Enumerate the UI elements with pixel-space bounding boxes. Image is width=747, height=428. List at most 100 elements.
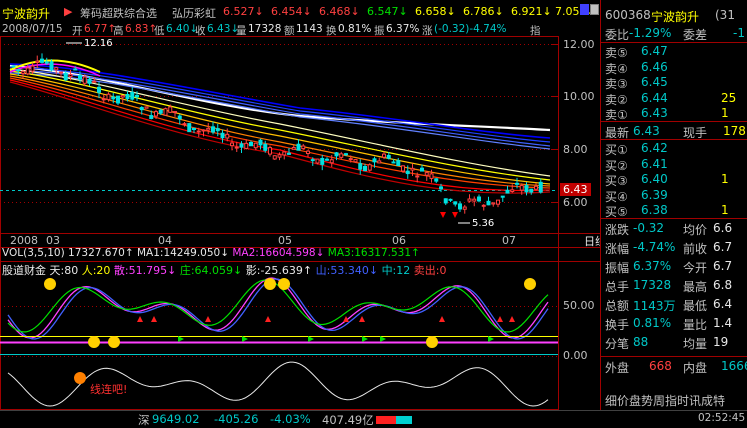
- stat-value: 1143万: [633, 299, 676, 313]
- panel-divider: [601, 121, 747, 122]
- wei-bi-value: -1.29%: [629, 26, 672, 40]
- candle-body: [244, 142, 249, 149]
- stock-name: 宁波韵升: [2, 7, 51, 21]
- smiley-signal-icon: [88, 336, 100, 348]
- stat-label: 涨幅: [605, 242, 630, 256]
- candle-body: [534, 185, 538, 190]
- candle-body: [462, 206, 467, 210]
- color-toggle-icon[interactable]: [580, 4, 589, 15]
- quote-panel: 600368 宁波韵升 (31 委比 -1.29% 委差 -1 卖⑤ 6.47 卖④…: [600, 0, 747, 427]
- ma-value-7: 6.921↓: [511, 5, 552, 18]
- price-tick-10: 10.00: [563, 90, 595, 103]
- index-pct: -4.03%: [270, 412, 311, 426]
- buy-row[interactable]: 买④ 6.39: [603, 187, 747, 204]
- stat-value: 17328: [633, 278, 672, 292]
- buy-label: 买②: [605, 158, 628, 173]
- candle-body: [306, 150, 310, 155]
- candle-body: [25, 67, 30, 75]
- amount-value: 1143: [296, 23, 323, 35]
- candle-body: [358, 163, 363, 170]
- window-button-icon[interactable]: [590, 4, 599, 15]
- candle-body: [206, 127, 211, 131]
- candle-body: [54, 67, 59, 71]
- osc-shan: 山:53.340↓: [315, 264, 379, 277]
- vol-ma2: MA2:16604.598↓: [232, 247, 325, 259]
- price-tick-8: 8.00: [563, 143, 588, 156]
- stat-value: 0.81%: [633, 316, 672, 330]
- candle-body: [68, 73, 73, 77]
- sell-label: 卖②: [605, 92, 628, 107]
- osc-tian: 天:80: [49, 264, 79, 277]
- buy-row[interactable]: 买⑤ 6.38 1: [603, 203, 747, 219]
- osc-name: 股道财金: [2, 264, 46, 277]
- smiley-signal-icon: [426, 336, 438, 348]
- buy-signal-icon: [440, 212, 446, 218]
- buy-price: 6.39: [641, 187, 668, 202]
- candle-body: [49, 61, 54, 71]
- osc-zhong: 中:12: [381, 264, 411, 277]
- stat-row: 总额 1143万 最低 6.4: [603, 297, 747, 313]
- buy-row[interactable]: 买② 6.41: [603, 157, 747, 173]
- sell-triangle-icon: [205, 316, 211, 322]
- sell-row[interactable]: 卖④ 6.46: [603, 60, 747, 76]
- candle-body: [301, 145, 306, 150]
- candle-body: [125, 93, 130, 100]
- volume-indicator-line: VOL(3,5,10) 17327.670↑ MA1:14249.050↓ MA…: [2, 247, 420, 259]
- quote-info-bar: 2008/07/15 开 6.77↑ 高 6.83↑ 低 6.40↓ 收 6.4…: [0, 22, 600, 37]
- candle-body: [415, 175, 420, 178]
- stat-label: 最低: [683, 299, 708, 313]
- high-annotation: 12.16: [84, 38, 113, 49]
- outer-value: 668: [649, 359, 672, 373]
- candle-body: [182, 123, 187, 126]
- candle-body: [453, 201, 458, 205]
- stat-label: 量比: [683, 318, 708, 332]
- stat-value: -0.32: [633, 221, 665, 235]
- candle-body: [500, 195, 505, 198]
- candle-body: [315, 158, 320, 164]
- stat-label: 前收: [683, 242, 708, 256]
- panel-bottom-tabs[interactable]: 细价盘势周指时讯成特: [605, 392, 725, 409]
- buy-row[interactable]: 买① 6.42: [603, 141, 747, 157]
- close-value: 6.43↓: [207, 23, 240, 35]
- stat-value: 6.7: [713, 240, 733, 254]
- stat-value: 6.4: [713, 297, 733, 311]
- clock: 02:52:45: [698, 412, 746, 424]
- candle-body: [429, 173, 434, 179]
- candle-body: [472, 198, 477, 202]
- panel-divider: [601, 139, 747, 140]
- stat-value: 6.37%: [633, 259, 672, 273]
- sell-row[interactable]: 卖② 6.44 25: [603, 91, 747, 107]
- date-tick-06: 06: [392, 234, 406, 247]
- indicator-arrow-icon[interactable]: ▶: [64, 5, 72, 18]
- stock-chart-area[interactable]: 12.16 5.36: [0, 36, 600, 410]
- candle-body: [253, 142, 258, 149]
- candle-body: [201, 129, 206, 132]
- inner-label: 内盘: [683, 361, 708, 375]
- stat-row: 涨跌 -0.32 均价 6.6: [603, 221, 747, 237]
- candle-body: [116, 95, 120, 104]
- volume-value: 17328: [248, 23, 282, 35]
- candle-body: [410, 167, 415, 171]
- sell-triangle-icon: [359, 316, 365, 322]
- candle-body: [329, 159, 334, 164]
- inner-value: 1666: [721, 359, 747, 373]
- candle-body: [529, 188, 534, 193]
- index-change: -405.26: [214, 412, 259, 426]
- buy-row[interactable]: 买③ 6.40 1: [603, 172, 747, 188]
- candle-body: [92, 80, 97, 83]
- stat-row: 涨幅 -4.74% 前收 6.7: [603, 240, 747, 256]
- candle-body: [30, 65, 35, 72]
- candle-body: [263, 143, 268, 151]
- candle-body: [87, 78, 92, 84]
- index-amount: 407.49亿: [322, 413, 374, 427]
- high-value: 6.83↑: [125, 23, 158, 35]
- sell-row[interactable]: 卖⑤ 6.47: [603, 44, 747, 60]
- sell-row[interactable]: 卖③ 6.45: [603, 75, 747, 91]
- sell-triangle-icon: [265, 316, 271, 322]
- candle-body: [63, 72, 68, 81]
- date-tick-05: 05: [278, 234, 292, 247]
- candle-body: [477, 196, 481, 202]
- indicator-name[interactable]: 筹码超跌综合选: [80, 5, 157, 21]
- sell-row[interactable]: 卖① 6.43 1: [603, 106, 747, 122]
- candle-body: [139, 107, 144, 111]
